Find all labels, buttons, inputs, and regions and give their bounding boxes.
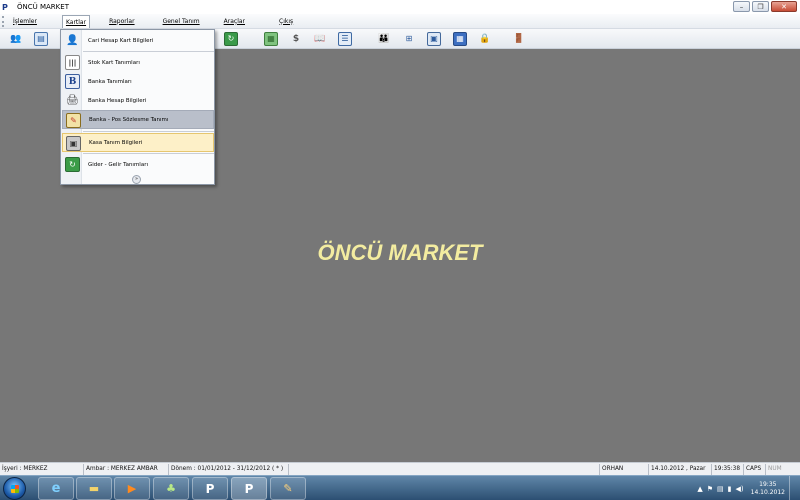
network-icon[interactable]: ▮	[728, 485, 732, 493]
menu-item-label: Banka Hesap Bilgileri	[88, 97, 147, 104]
tree-icon[interactable]: ⊞	[402, 32, 416, 46]
cashbox-icon: ▣	[66, 136, 81, 151]
menu-item-label: Cari Hesap Kart Bilgileri	[88, 37, 154, 44]
printer-icon: 🖨	[66, 95, 79, 106]
bank-b-icon: B	[65, 74, 80, 89]
clock-time: 19:35	[759, 480, 777, 488]
list-icon[interactable]: ☰	[338, 32, 352, 46]
paint-icon[interactable]: ✎	[270, 477, 306, 500]
start-button[interactable]	[3, 477, 26, 500]
app-icon: P	[2, 2, 8, 12]
menu-item-banka-hesap[interactable]: 🖨 Banka Hesap Bilgileri	[62, 91, 214, 110]
title-bar: P ÖNCÜ MARKET – ❐ ✕	[0, 0, 800, 14]
menu-islemler[interactable]: İşlemler	[10, 15, 40, 28]
media-player-icon[interactable]: ▶	[114, 477, 150, 500]
menu-item-label: Gider - Gelir Tanımları	[88, 161, 148, 168]
menu-cikis[interactable]: Çıkış	[276, 15, 296, 28]
menu-item-label: Banka Tanımları	[88, 78, 132, 85]
taskbar: e ▬ ▶ ♣ P P ✎ ▲ ⚑ ▤ ▮ ◀) 19:35 14.10.201…	[0, 475, 800, 500]
window-controls: – ❐ ✕	[733, 1, 797, 12]
center-title: ÖNCÜ MARKET	[317, 240, 483, 265]
show-hidden-icons-icon[interactable]: ▲	[697, 485, 702, 493]
clock[interactable]: 19:35 14.10.2012	[751, 481, 785, 497]
menu-genel-tanim[interactable]: Genel Tanım	[160, 15, 203, 28]
minimize-button[interactable]: –	[733, 1, 750, 12]
clock-date: 14.10.2012	[750, 488, 785, 496]
status-period: Dönem : 01/01/2012 - 31/12/2012 ( * )	[169, 463, 289, 475]
users-icon[interactable]: 👥	[9, 32, 23, 46]
book-icon[interactable]: 📖	[313, 32, 327, 46]
people-icon[interactable]: 👪	[377, 32, 391, 46]
menu-item-label: Banka - Pos Sözlesme Tanımı	[89, 116, 169, 123]
menu-item-banka-tanim[interactable]: B Banka Tanımları	[62, 72, 214, 91]
menu-item-banka-pos[interactable]: ✎ Banka - Pos Sözlesme Tanımı	[62, 110, 214, 129]
close-button[interactable]: ✕	[771, 1, 797, 12]
oncu-app-icon[interactable]: P	[192, 477, 228, 500]
menu-araclar[interactable]: Araçlar	[221, 15, 248, 28]
pos-icon: ✎	[66, 113, 81, 128]
restore-button[interactable]: ❐	[752, 1, 769, 12]
printer-tray-icon[interactable]: ▤	[717, 485, 724, 493]
dropdown-separator	[83, 51, 214, 52]
expand-menu-icon[interactable]: »	[132, 175, 141, 184]
calc-icon[interactable]: ▦	[453, 32, 467, 46]
menu-item-stok-kart[interactable]: ||| Stok Kart Tanımları	[62, 53, 214, 72]
folder-icon[interactable]: ▬	[76, 477, 112, 500]
menu-kartlar[interactable]: Kartlar	[61, 14, 91, 28]
calculator-icon[interactable]: ▦	[264, 32, 278, 46]
menu-item-cari-hesap[interactable]: 👤 Cari Hesap Kart Bilgileri	[62, 31, 214, 50]
status-workplace: İşyeri : MERKEZ	[0, 463, 84, 475]
menu-grip[interactable]	[2, 15, 6, 27]
volume-icon[interactable]: ◀)	[736, 485, 744, 493]
window-title: ÖNCÜ MARKET	[17, 3, 69, 11]
person-icon: 👤	[66, 35, 79, 46]
status-caps: CAPS	[744, 463, 766, 475]
kartlar-dropdown: 👤 Cari Hesap Kart Bilgileri ||| Stok Kar…	[60, 29, 215, 185]
window-icon[interactable]: ▣	[427, 32, 441, 46]
menu-item-label: Stok Kart Tanımları	[88, 59, 140, 66]
menu-item-kasa-tanim[interactable]: ▣ Kasa Tanım Bilgileri	[62, 133, 214, 152]
flag-icon[interactable]: ⚑	[707, 485, 713, 493]
dollar-icon[interactable]: $	[289, 32, 303, 46]
menu-item-gider-gelir[interactable]: ↻ Gider - Gelir Tanımları	[62, 155, 214, 174]
status-date: 14.10.2012 , Pazar	[649, 463, 712, 475]
status-user: ORHAN	[599, 463, 649, 475]
dropdown-separator	[83, 153, 214, 154]
status-bar: İşyeri : MERKEZ Ambar : MERKEZ AMBAR Dön…	[0, 462, 800, 475]
barcode-icon: |||	[65, 55, 80, 70]
network-users-icon[interactable]: ♣	[153, 477, 189, 500]
recycle-icon: ↻	[65, 157, 80, 172]
menu-raporlar[interactable]: Raporlar	[106, 15, 137, 28]
refresh-icon[interactable]: ↻	[224, 32, 238, 46]
lock-icon[interactable]: 🔒	[478, 32, 492, 46]
status-warehouse: Ambar : MERKEZ AMBAR	[84, 463, 169, 475]
show-desktop-button[interactable]	[789, 476, 797, 500]
exit-icon[interactable]: 🚪	[512, 32, 526, 46]
menu-bar: İşlemler Kartlar Raporlar Genel Tanım Ar…	[0, 14, 800, 29]
menu-item-label: Kasa Tanım Bilgileri	[89, 139, 143, 146]
status-time: 19:35:38	[712, 463, 744, 475]
status-num: NUM	[768, 465, 782, 472]
system-tray: ▲ ⚑ ▤ ▮ ◀) 19:35 14.10.2012	[697, 476, 797, 500]
internet-explorer-icon[interactable]: e	[38, 477, 74, 500]
oncu-app-active-icon[interactable]: P	[231, 477, 267, 500]
table-icon[interactable]: ▤	[34, 32, 48, 46]
dropdown-separator	[83, 131, 214, 132]
